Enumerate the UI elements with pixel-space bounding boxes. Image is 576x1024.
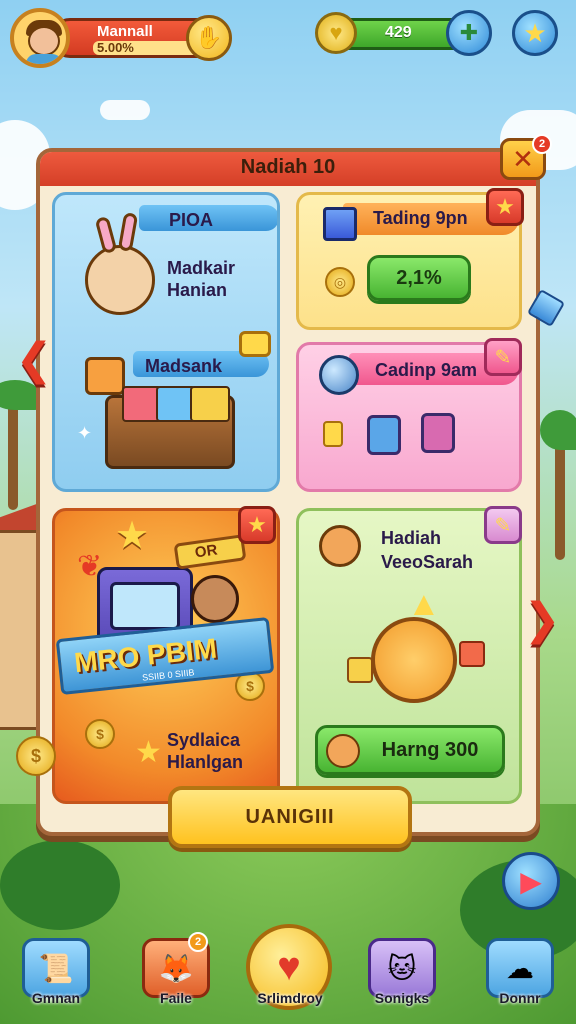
- card-line1: Madkair: [167, 258, 236, 278]
- sparkle-icon: ✦: [77, 423, 93, 443]
- bag-button[interactable]: ✋: [186, 15, 232, 61]
- card-line2: Hlanlgan: [167, 752, 244, 772]
- card-line1: Hadiah: [381, 528, 442, 548]
- panel-title: Nadiah 10: [240, 156, 336, 178]
- next-arrow-button[interactable]: ❯: [522, 592, 562, 646]
- coin-icon: $: [85, 719, 115, 749]
- treasure-chest-icon: [105, 386, 235, 469]
- edit-badge-button[interactable]: ✎: [484, 338, 522, 376]
- play-icon: ▶: [520, 865, 542, 897]
- lock-box-icon: [367, 415, 401, 455]
- nav-item-donnr[interactable]: ☁ Donnr: [480, 938, 560, 1014]
- currency-value: 429: [385, 24, 412, 41]
- cat-icon: 🐱: [368, 938, 436, 998]
- reward-card-1[interactable]: PIOA Madkair Hanian Madsank ✦: [52, 192, 280, 492]
- gold-gem-icon: [239, 331, 271, 357]
- kid-character-icon: [191, 575, 239, 623]
- card-line2: Hanian: [167, 280, 228, 300]
- chevron-right-icon: ❯: [523, 594, 561, 644]
- xp-text: 5.00%: [97, 40, 134, 55]
- star-icon: ★: [247, 512, 267, 537]
- chip-tag-label: OR: [193, 541, 219, 562]
- nav-item-sonigks[interactable]: 🐱 Sonigks: [362, 938, 442, 1014]
- fox-icon: [319, 525, 361, 567]
- bag-icon: ✋: [195, 25, 223, 50]
- orb-icon: [319, 355, 359, 395]
- nav-item-faile[interactable]: 🦊 Faile 2: [136, 932, 216, 1014]
- nav-label: Donnr: [499, 990, 541, 1006]
- nav-badge: 2: [188, 932, 208, 952]
- bunny-ear: [117, 212, 139, 252]
- sparkle-star-icon: ▲: [407, 585, 441, 623]
- bunny-character-icon: [85, 245, 155, 315]
- coin-icon: ◎: [325, 267, 355, 297]
- player-profile[interactable]: Mannall 5.00% ✋: [10, 8, 235, 68]
- nav-label: Faile: [160, 990, 192, 1006]
- card-title: Cadinp 9am: [375, 360, 478, 380]
- lock-box-icon: [421, 413, 455, 453]
- card-line2: VeeoSarah: [381, 552, 474, 572]
- gift-icon: [85, 357, 125, 395]
- card-sub-tag-label: Madsank: [145, 356, 223, 376]
- claim-label: Harng 300: [381, 738, 479, 761]
- main-action-button[interactable]: UANIGIII: [168, 786, 412, 848]
- gift-box-icon: [459, 641, 485, 667]
- scroll-icon: 📜: [22, 938, 90, 998]
- heart-icon: ♥: [277, 944, 301, 989]
- cloud: [100, 100, 150, 120]
- add-currency-button[interactable]: ✚: [446, 10, 492, 56]
- favorite-badge-button[interactable]: ★: [486, 188, 524, 226]
- palm-leaf: [540, 410, 576, 450]
- card-claim-button[interactable]: Harng 300: [315, 725, 505, 775]
- bush: [0, 840, 120, 930]
- chevron-left-icon: ❮: [15, 334, 53, 384]
- sun-character-icon: [371, 617, 457, 703]
- close-icon: ✕: [512, 143, 534, 174]
- nav-label: Srlimdroy: [257, 990, 323, 1006]
- reward-card-5[interactable]: Hadiah VeeoSarah ▲ Harng 300: [296, 508, 522, 804]
- card-tag-label: PIOA: [169, 210, 214, 230]
- nav-label: Gmnan: [31, 990, 81, 1006]
- gift-icon: ✚: [459, 20, 479, 45]
- card-title: Tading 9pn: [373, 208, 468, 228]
- card-line1: Sydlaica: [167, 730, 241, 750]
- card-claim-button[interactable]: 2,1%: [367, 255, 471, 301]
- cloud-icon: ☁: [486, 938, 554, 998]
- bow-icon: ❦: [77, 550, 103, 583]
- fox-icon: [326, 734, 360, 768]
- star-icon: ★: [115, 515, 150, 557]
- pencil-icon: ✎: [494, 346, 512, 369]
- bunny-ear: [94, 215, 118, 255]
- heart-currency-icon: ♥: [315, 12, 357, 54]
- coin-icon: $: [16, 736, 56, 776]
- pencil-icon: ✎: [494, 514, 512, 537]
- promo-banner: MRO PBIM SSIIB 0 SIIIB: [48, 616, 278, 696]
- star-icon: ★: [135, 736, 162, 769]
- nav-label: Sonigks: [374, 990, 430, 1006]
- favorite-badge-button[interactable]: ★: [238, 506, 276, 544]
- prev-arrow-button[interactable]: ❮: [14, 332, 54, 386]
- key-icon: [323, 421, 343, 447]
- avatar[interactable]: [10, 8, 70, 68]
- nav-item-gmnan[interactable]: 📜 Gmnan: [16, 938, 96, 1014]
- notification-badge: 2: [532, 134, 552, 154]
- edit-badge-button[interactable]: ✎: [484, 506, 522, 544]
- star-icon: ★: [495, 194, 515, 219]
- palm-trunk: [555, 440, 565, 560]
- gift-box-icon: [347, 657, 373, 683]
- player-name: Mannall: [97, 23, 153, 40]
- cube-icon: [323, 207, 357, 241]
- star-icon: ★: [523, 17, 547, 48]
- play-button[interactable]: ▶: [502, 852, 560, 910]
- favorites-button[interactable]: ★: [512, 10, 558, 56]
